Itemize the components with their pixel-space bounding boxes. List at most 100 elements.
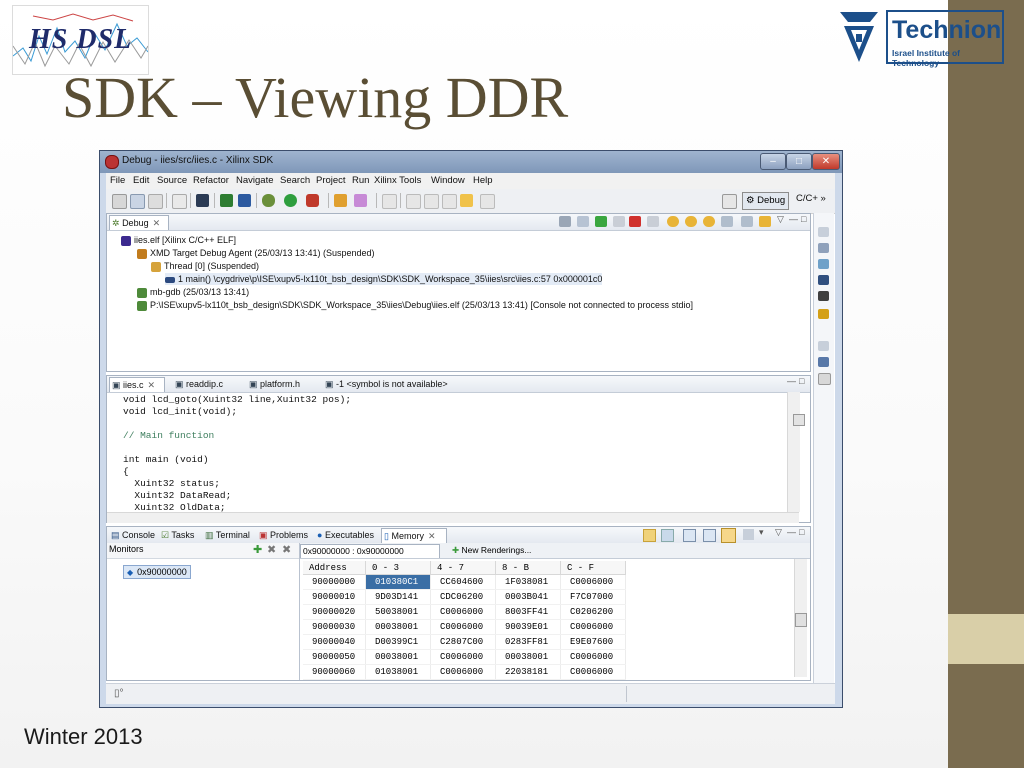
pin-icon[interactable] [743, 529, 754, 540]
remove-monitor-icon[interactable]: ✖ [267, 543, 276, 556]
code-line[interactable]: Xuint32 DataRead; [123, 490, 231, 502]
step-return-icon[interactable] [703, 216, 715, 227]
add-monitor-icon[interactable]: ✚ [253, 543, 262, 556]
connect-icon[interactable] [577, 216, 589, 227]
back-icon[interactable] [460, 194, 473, 207]
perspective-cc-button[interactable]: C/C+ » [796, 193, 826, 204]
memory-cell[interactable]: 0283FF81 [495, 634, 561, 650]
remove-terminated-icon[interactable] [559, 216, 571, 227]
memory-cell[interactable]: 01038001 [365, 664, 431, 680]
memory-cell[interactable]: C0006000 [560, 649, 626, 665]
breakpoints-icon[interactable] [818, 243, 829, 253]
print-icon[interactable] [148, 194, 163, 209]
code-line[interactable]: int main (void) [123, 454, 209, 466]
column-header-0-3[interactable]: 0 - 3 [365, 561, 431, 575]
tab-problems[interactable]: ▣ Problems [257, 528, 313, 542]
open-type-icon[interactable] [334, 194, 347, 207]
maximize-view-icon[interactable]: □ [799, 527, 804, 537]
tab-iies-c[interactable]: ▣ iies.c ✕ [109, 377, 165, 392]
memory-scroll-thumb[interactable] [795, 613, 807, 627]
menu-search[interactable]: Search [280, 175, 310, 186]
memory-cell[interactable]: C0006000 [430, 649, 496, 665]
memory-cell[interactable]: C0006000 [560, 664, 626, 680]
make-target-icon[interactable] [818, 357, 829, 367]
expressions-icon[interactable] [818, 259, 829, 269]
tab-terminal[interactable]: ▥ Terminal [203, 528, 255, 542]
close-icon[interactable]: ✕ [148, 380, 156, 390]
column-header-4-7[interactable]: 4 - 7 [430, 561, 496, 575]
save-icon[interactable] [130, 194, 145, 209]
last-edit-icon[interactable] [442, 194, 457, 209]
memory-cell[interactable]: D00399C1 [365, 634, 431, 650]
memory-cell[interactable]: 00038001 [365, 619, 431, 635]
tab-readdip-c[interactable]: ▣ readdip.c [173, 377, 239, 391]
memory-cell[interactable]: C0006000 [560, 574, 626, 590]
external-tools-icon[interactable] [306, 194, 319, 207]
memory-cell[interactable]: 010380C1 [365, 574, 431, 590]
suspend-icon[interactable] [613, 216, 625, 227]
memory-cell[interactable]: C0006000 [430, 619, 496, 635]
link-memory-pane-icon[interactable] [721, 528, 736, 543]
new-renderings-tab[interactable]: ✚ New Renderings... [452, 544, 542, 557]
tree-item-target[interactable]: XMD Target Debug Agent (25/03/13 13:41) … [137, 247, 374, 259]
toggle-memory-monitors-icon[interactable] [703, 529, 716, 542]
view-menu-icon[interactable]: ▾ [759, 527, 764, 538]
tab-console[interactable]: ▤ Console [109, 528, 157, 542]
disconnect-icon[interactable] [647, 216, 659, 227]
terminal-icon[interactable] [196, 194, 209, 207]
memory-cell[interactable]: C0006000 [430, 604, 496, 620]
tab-disassembly[interactable]: ▣ -1 <symbol is not available> [323, 377, 455, 391]
instruction-stepping-icon[interactable] [741, 216, 753, 227]
minimize-view-icon[interactable]: — [789, 214, 798, 224]
memory-cell[interactable]: 90039E01 [495, 619, 561, 635]
memory-cell[interactable]: 1F038081 [495, 574, 561, 590]
drop-to-frame-icon[interactable] [721, 216, 733, 227]
annotation-icon[interactable] [382, 194, 397, 209]
prev-annotation-icon[interactable] [424, 194, 439, 209]
view-menu-icon[interactable]: ▽ [775, 527, 782, 538]
close-icon[interactable]: ✕ [153, 218, 161, 228]
memory-cell[interactable]: 50038001 [365, 604, 431, 620]
new-monitor-icon[interactable] [643, 529, 656, 542]
tree-item-stack-frame[interactable]: 1 main() \cygdrive\p\ISE\xupv5-lx110t_bs… [165, 273, 603, 285]
debug-icon[interactable] [262, 194, 275, 207]
memory-cell[interactable]: 22038181 [495, 664, 561, 680]
memory-cell[interactable]: C2807C00 [430, 634, 496, 650]
forward-icon[interactable] [480, 194, 495, 209]
close-icon[interactable]: ✕ [428, 531, 436, 541]
remove-all-monitors-icon[interactable]: ✖ [282, 543, 291, 556]
menu-help[interactable]: Help [473, 175, 493, 186]
resume-icon[interactable] [595, 216, 607, 227]
memory-cell[interactable]: 9D03D141 [365, 589, 431, 605]
menu-navigate[interactable]: Navigate [236, 175, 274, 186]
toggle-split-pane-icon[interactable] [683, 529, 696, 542]
search-tool-icon[interactable] [354, 194, 367, 207]
status-bar-icon[interactable]: ▯° [114, 688, 124, 699]
tree-item-process[interactable]: P:\ISE\xupv5-lx110t_bsb_design\SDK\SDK_W… [137, 299, 693, 311]
column-header-address[interactable]: Address [303, 561, 366, 575]
menu-project[interactable]: Project [316, 175, 346, 186]
memory-cell[interactable]: 0003B041 [495, 589, 561, 605]
maximize-view-icon[interactable]: □ [801, 214, 806, 224]
column-header-8-b[interactable]: 8 - B [495, 561, 561, 575]
close-button[interactable]: ✕ [812, 153, 840, 170]
rendering-tab-hex[interactable]: 0x90000000 : 0x90000000 <Hex>✕ [300, 544, 440, 569]
column-header-c-f[interactable]: C - F [560, 561, 626, 575]
program-fpga-icon[interactable] [220, 194, 233, 207]
tab-platform-h[interactable]: ▣ platform.h [247, 377, 315, 391]
tab-tasks[interactable]: ☑ Tasks [159, 528, 201, 542]
code-line[interactable]: Xuint32 status; [123, 478, 220, 490]
export-icon[interactable] [661, 529, 674, 542]
perspective-debug-button[interactable]: ⚙ Debug [742, 192, 790, 210]
tree-item-elf[interactable]: iies.elf [Xilinx C/C++ ELF] [121, 234, 236, 246]
tab-debug[interactable]: ✲ Debug ✕ [109, 215, 169, 230]
menu-file[interactable]: File [110, 175, 125, 186]
menu-xilinx-tools[interactable]: Xilinx Tools [374, 175, 421, 186]
window-titlebar[interactable]: Debug - iies/src/iies.c - Xilinx SDK – □… [100, 151, 842, 173]
minimize-button[interactable]: – [760, 153, 786, 170]
build-icon[interactable] [172, 194, 187, 209]
new-icon[interactable] [112, 194, 127, 209]
maximize-view-icon[interactable]: □ [799, 376, 804, 386]
view-menu-icon[interactable]: ▽ [777, 214, 784, 225]
overview-ruler-marker[interactable] [793, 414, 805, 426]
